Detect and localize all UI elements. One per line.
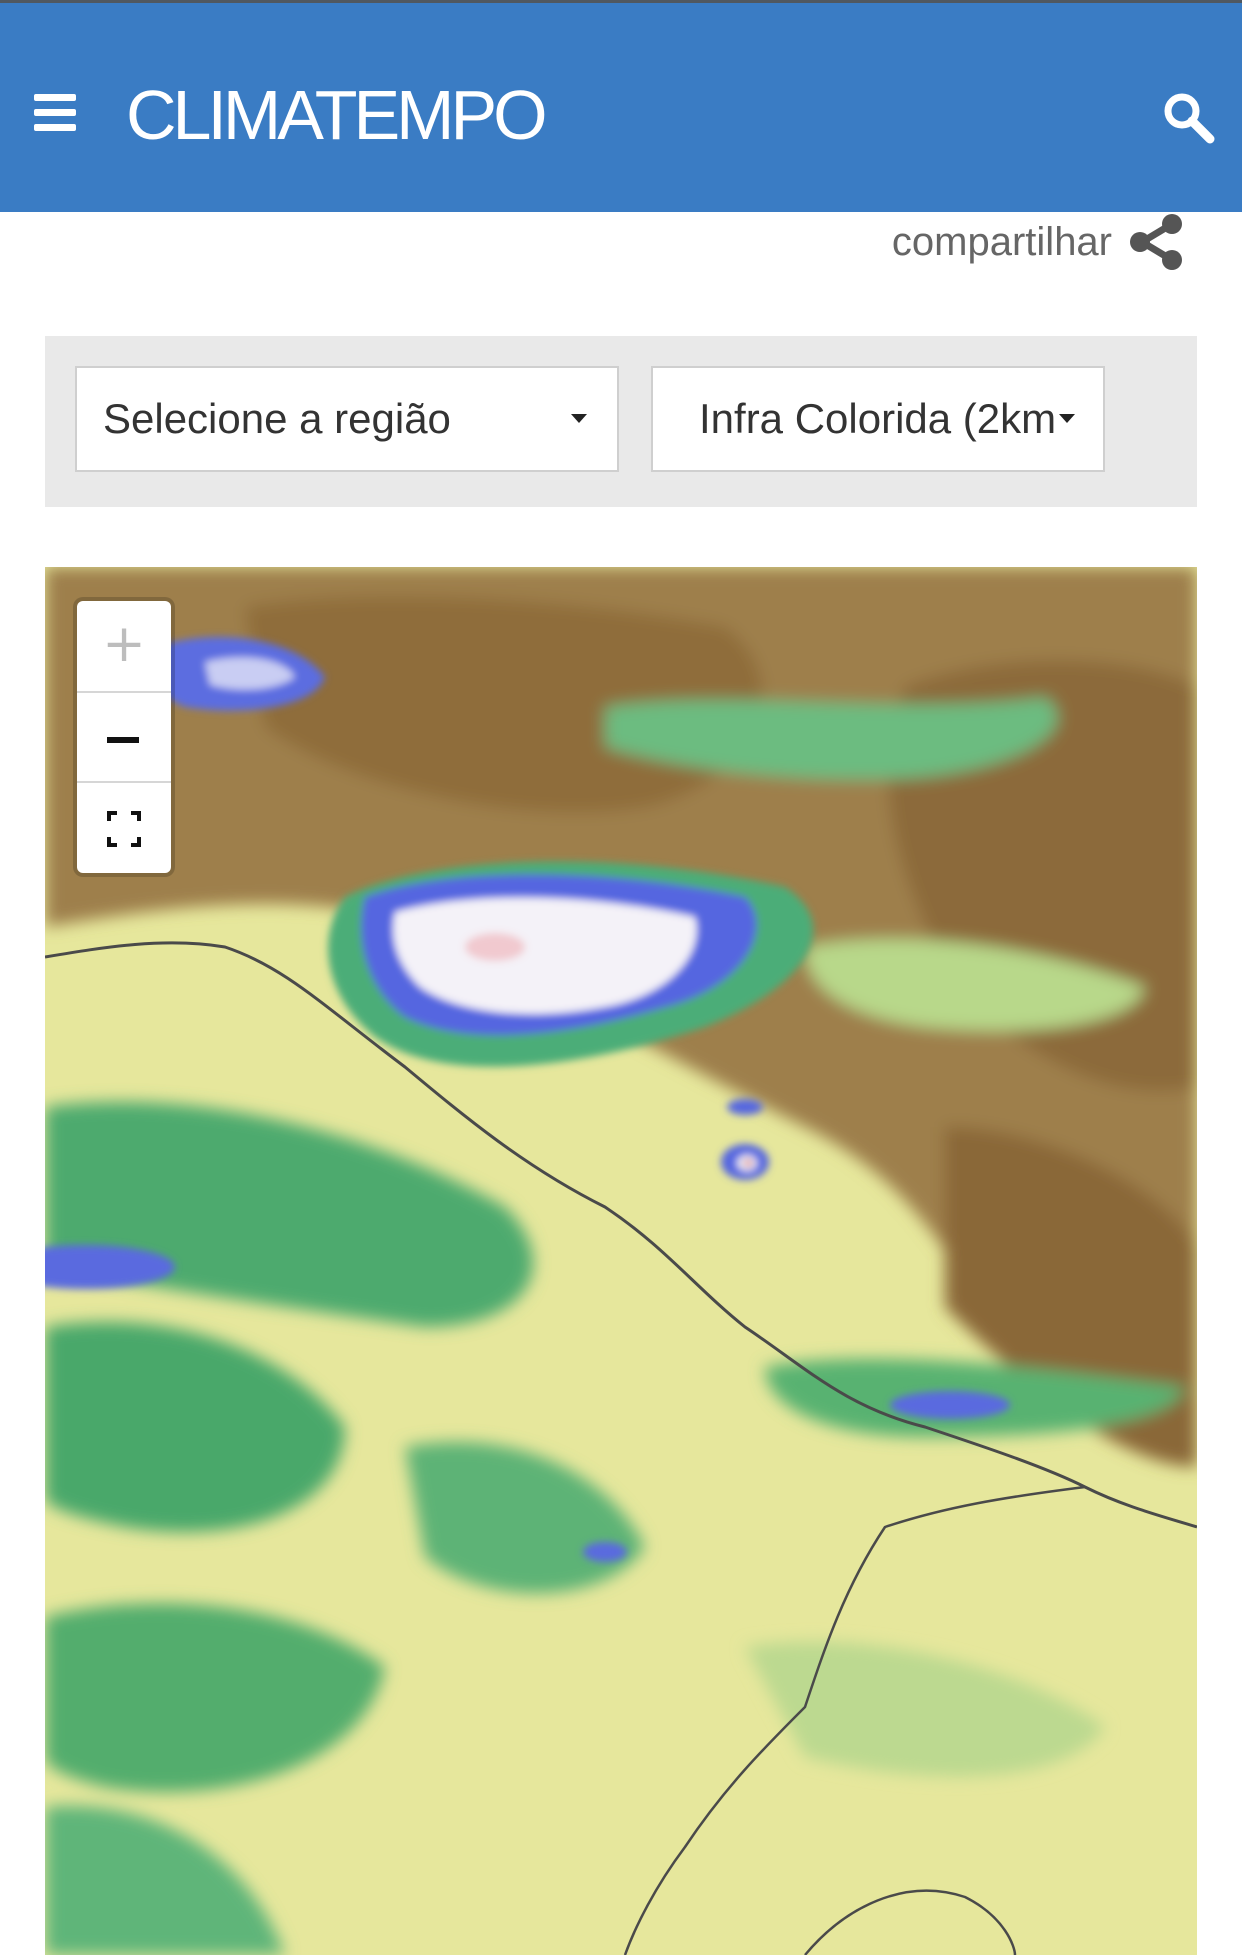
zoom-out-button[interactable] — [77, 691, 171, 783]
hamburger-menu-icon[interactable] — [34, 92, 76, 134]
share-button[interactable]: compartilhar — [892, 212, 1184, 272]
minus-icon — [107, 737, 139, 743]
region-select-value: Selecione a região — [103, 395, 451, 442]
satellite-map[interactable]: + — [45, 567, 1197, 1955]
brand-logo[interactable]: CLIMATEMPO — [126, 75, 548, 155]
satellite-imagery — [45, 567, 1197, 1955]
map-filter-bar: Selecione a região Infra Colorida (2km — [45, 336, 1197, 507]
chevron-down-icon — [571, 414, 587, 423]
layer-select[interactable]: Infra Colorida (2km — [651, 366, 1105, 472]
zoom-in-button[interactable]: + — [77, 601, 171, 691]
search-icon[interactable] — [1160, 89, 1216, 145]
region-select[interactable]: Selecione a região — [75, 366, 619, 472]
app-header: CLIMATEMPO — [0, 3, 1242, 212]
fullscreen-button[interactable] — [77, 781, 171, 873]
share-icon — [1130, 214, 1182, 270]
map-zoom-control: + — [77, 601, 171, 873]
fullscreen-icon — [107, 811, 141, 847]
layer-select-value: Infra Colorida (2km — [699, 395, 1057, 442]
share-label: compartilhar — [891, 219, 1112, 264]
brand-name: CLIMATEMPO — [126, 76, 548, 154]
chevron-down-icon — [1059, 414, 1075, 423]
